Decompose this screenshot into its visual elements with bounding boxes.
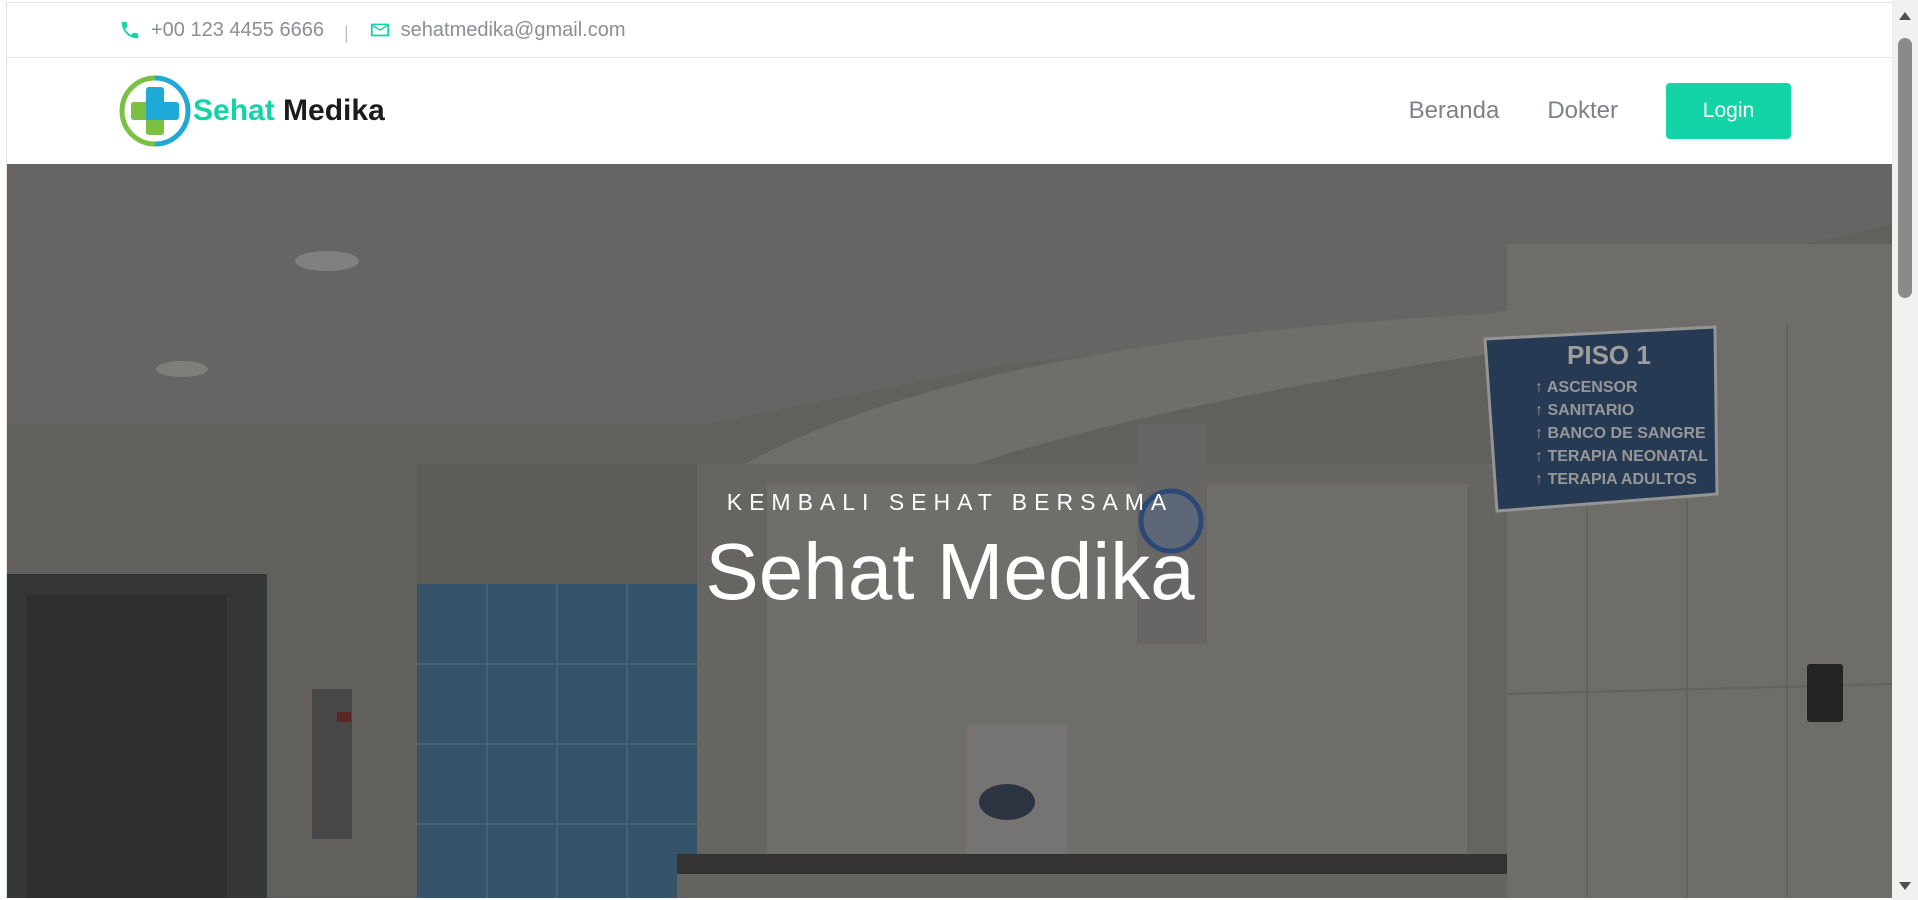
brand-logo[interactable]: Sehat Medika [117,73,385,149]
brand-name-part2: Medika [283,94,385,127]
scroll-down-arrow-icon[interactable] [1899,882,1911,890]
main-header: Sehat Medika Beranda Dokter Login [7,58,1892,164]
phone-contact[interactable]: +00 123 4455 6666 [119,19,324,42]
medical-cross-logo-icon [119,75,191,147]
brand-name: Sehat Medika [193,94,385,128]
scroll-thumb[interactable] [1898,38,1912,298]
main-nav: Beranda Dokter Login [1409,83,1791,139]
contact-topbar: +00 123 4455 6666 | sehatmedika@gmail.co… [7,3,1892,58]
hero-subtitle: KEMBALI SEHAT BERSAMA [726,489,1174,515]
brand-name-part1: Sehat [193,94,275,127]
contact-separator: | [343,22,349,43]
page-scrollbar[interactable] [1892,0,1918,900]
email-contact[interactable]: sehatmedika@gmail.com [369,18,626,42]
hero-title: Sehat Medika [705,527,1195,616]
email-address: sehatmedika@gmail.com [400,18,626,41]
phone-number: +00 123 4455 6666 [151,18,324,41]
phone-icon [121,21,139,39]
mail-icon [370,23,389,37]
hero-banner: PISO 1 ↑ ASCENSOR ↑ SANITARIO ↑ BANCO DE SA… [7,164,1892,898]
scroll-up-arrow-icon[interactable] [1899,12,1911,20]
browser-viewport: +00 123 4455 6666 | sehatmedika@gmail.co… [6,2,1892,898]
login-button[interactable]: Login [1666,83,1791,139]
nav-item-beranda[interactable]: Beranda [1409,97,1500,125]
nav-item-dokter[interactable]: Dokter [1547,97,1618,125]
